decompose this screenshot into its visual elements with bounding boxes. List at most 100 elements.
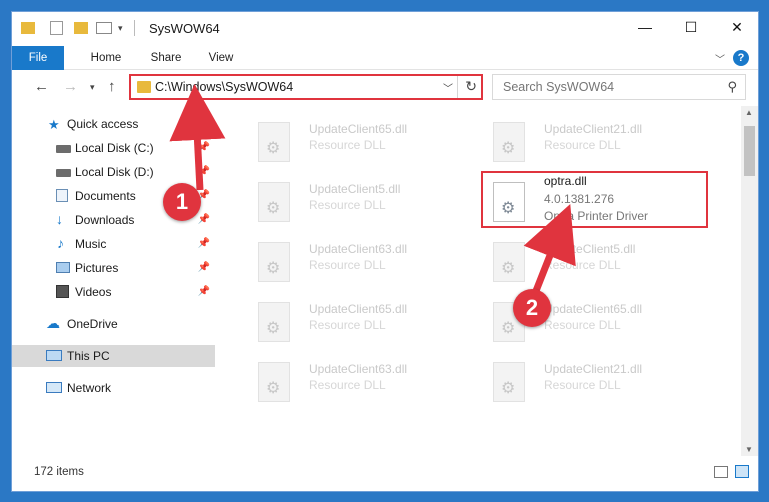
- scroll-up-icon[interactable]: ▲: [745, 108, 753, 117]
- file-item[interactable]: ⚙ UpdateClient21.dll Resource DLL: [478, 354, 708, 412]
- pin-icon[interactable]: 📌: [198, 166, 210, 177]
- sidebar-item-onedrive[interactable]: ☁ OneDrive: [12, 313, 216, 335]
- pin-icon[interactable]: 📌: [198, 262, 210, 273]
- gear-icon: ⚙: [266, 200, 281, 217]
- refresh-icon[interactable]: ↻: [465, 78, 477, 95]
- gear-icon: ⚙: [501, 140, 516, 157]
- computer-icon: [46, 350, 62, 361]
- address-path[interactable]: C:\Windows\SysWOW64: [155, 80, 293, 94]
- sidebar-item-label: Documents: [75, 189, 136, 203]
- file-name: UpdateClient21.dll: [544, 122, 643, 136]
- file-name: UpdateClient21.dll: [544, 362, 643, 376]
- dll-file-icon: ⚙: [493, 122, 525, 162]
- navigation-bar: ← → ▾ ↑ C:\Windows\SysWOW64 ﹀ ↻ ⚲: [12, 70, 758, 106]
- file-name: UpdateClient63.dll: [309, 362, 408, 376]
- title-bar: ▾ SysWOW64 — ☐ ✕: [12, 12, 758, 46]
- address-bar[interactable]: C:\Windows\SysWOW64 ﹀ ↻: [129, 74, 483, 100]
- dll-file-icon: ⚙: [258, 122, 290, 162]
- chevron-down-icon[interactable]: ﹀: [443, 80, 453, 95]
- tab-home[interactable]: Home: [78, 46, 134, 70]
- search-input[interactable]: [503, 80, 703, 94]
- recent-locations-icon[interactable]: ▾: [90, 82, 95, 93]
- tab-view[interactable]: View: [196, 46, 246, 70]
- help-icon[interactable]: ?: [733, 50, 749, 66]
- scroll-thumb[interactable]: [744, 126, 755, 176]
- dll-file-icon: ⚙: [258, 182, 290, 222]
- download-icon: ↓: [56, 211, 63, 227]
- sidebar-item-network[interactable]: Network: [12, 377, 216, 399]
- pin-icon[interactable]: 📌: [198, 238, 210, 249]
- documents-icon: [56, 189, 68, 202]
- file-item[interactable]: ⚙ UpdateClient65.dll Resource DLL: [243, 114, 473, 172]
- file-name: UpdateClient65.dll: [309, 122, 408, 136]
- file-name: UpdateClient63.dll: [309, 242, 408, 256]
- file-type: Resource DLL: [309, 378, 386, 392]
- back-arrow-icon[interactable]: ←: [34, 78, 49, 95]
- title-separator: [134, 20, 135, 36]
- ribbon-tabs: File Home Share View ﹀ ?: [12, 46, 758, 70]
- navigation-pane: ★ Quick access Local Disk (C:) 📌 Local D…: [12, 106, 216, 456]
- sidebar-item-music[interactable]: ♪ Music 📌: [12, 233, 216, 255]
- dll-file-icon: ⚙: [493, 362, 525, 402]
- file-item[interactable]: ⚙ UpdateClient21.dll Resource DLL: [478, 114, 708, 172]
- address-divider: [457, 76, 458, 98]
- sidebar-item-pictures[interactable]: Pictures 📌: [12, 257, 216, 279]
- sidebar-item-label: This PC: [67, 349, 110, 363]
- star-icon: ★: [48, 117, 60, 132]
- file-type: Resource DLL: [309, 198, 386, 212]
- file-item[interactable]: ⚙ UpdateClient5.dll Resource DLL: [478, 234, 708, 292]
- file-explorer-window: ▾ SysWOW64 — ☐ ✕ File Home Share View ﹀ …: [11, 11, 759, 492]
- dll-file-icon: ⚙: [493, 242, 525, 282]
- details-view-icon[interactable]: [714, 466, 728, 478]
- close-button[interactable]: ✕: [714, 12, 758, 42]
- sidebar-item-label: Quick access: [67, 117, 139, 131]
- gear-icon: ⚙: [266, 320, 281, 337]
- maximize-button[interactable]: ☐: [668, 12, 714, 42]
- search-box[interactable]: ⚲: [492, 74, 746, 100]
- gear-icon: ⚙: [266, 140, 281, 157]
- sidebar-item-this-pc[interactable]: This PC: [12, 345, 215, 367]
- file-item[interactable]: ⚙ UpdateClient65.dll Resource DLL: [243, 294, 473, 352]
- videos-icon: [56, 285, 69, 298]
- gear-icon: ⚙: [501, 380, 516, 397]
- forward-arrow-icon[interactable]: →: [63, 78, 78, 95]
- sidebar-item-local-disk-d[interactable]: Local Disk (D:) 📌: [12, 161, 216, 183]
- sidebar-item-quick-access[interactable]: ★ Quick access: [12, 113, 216, 135]
- file-item[interactable]: ⚙ UpdateClient5.dll Resource DLL: [243, 174, 473, 232]
- pin-icon[interactable]: 📌: [198, 286, 210, 297]
- properties-icon[interactable]: [50, 21, 63, 35]
- music-icon: ♪: [57, 235, 64, 251]
- sidebar-item-label: Music: [75, 237, 107, 251]
- dll-file-icon: ⚙: [258, 302, 290, 342]
- up-arrow-icon[interactable]: ↑: [108, 78, 116, 95]
- pin-icon[interactable]: 📌: [198, 214, 210, 225]
- customize-toolbar-icon[interactable]: ▾: [118, 23, 123, 34]
- new-folder-icon[interactable]: [74, 22, 88, 34]
- status-bar: 172 items: [12, 456, 758, 491]
- drive-icon: [56, 145, 71, 153]
- file-item[interactable]: ⚙ UpdateClient63.dll Resource DLL: [243, 354, 473, 412]
- item-count: 172 items: [34, 466, 84, 478]
- tab-share[interactable]: Share: [138, 46, 194, 70]
- file-name: UpdateClient65.dll: [309, 302, 408, 316]
- pin-icon[interactable]: 📌: [198, 142, 210, 153]
- file-list: ⚙ UpdateClient65.dll Resource DLL ⚙ Upda…: [224, 106, 734, 456]
- large-icons-view-icon[interactable]: [735, 465, 749, 478]
- scroll-down-icon[interactable]: ▼: [745, 445, 753, 454]
- view-options-icon[interactable]: [96, 22, 112, 34]
- file-type: Resource DLL: [309, 318, 386, 332]
- gear-icon: ⚙: [266, 380, 281, 397]
- step-2-badge: 2: [513, 289, 551, 327]
- sidebar-item-local-disk-c[interactable]: Local Disk (C:) 📌: [12, 137, 216, 159]
- highlight-box: [481, 171, 708, 228]
- expand-ribbon-icon[interactable]: ﹀: [715, 51, 725, 66]
- file-item[interactable]: ⚙ UpdateClient63.dll Resource DLL: [243, 234, 473, 292]
- dll-file-icon: ⚙: [258, 362, 290, 402]
- file-type: Resource DLL: [544, 258, 621, 272]
- sidebar-item-videos[interactable]: Videos 📌: [12, 281, 216, 303]
- gear-icon: ⚙: [266, 260, 281, 277]
- vertical-scrollbar[interactable]: ▲ ▼: [741, 106, 758, 456]
- search-icon[interactable]: ⚲: [727, 79, 737, 95]
- minimize-button[interactable]: —: [622, 12, 668, 42]
- tab-file[interactable]: File: [12, 46, 64, 70]
